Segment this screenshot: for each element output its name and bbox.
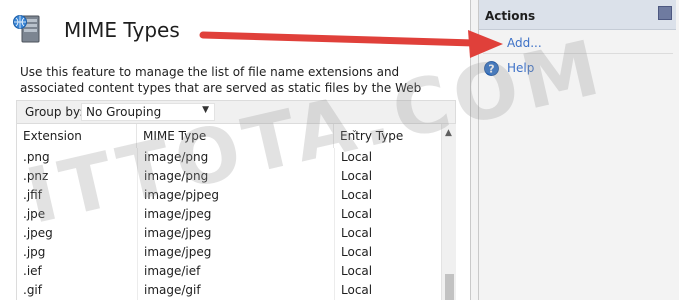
chevron-down-icon: ▼	[202, 105, 209, 115]
group-by-select[interactable]: No Grouping ▼	[81, 103, 215, 121]
cell-entry-type: Local	[334, 205, 441, 224]
cell-entry-type: Local	[334, 281, 441, 300]
table-row[interactable]: .jfif image/pjpeg Local	[17, 186, 441, 205]
cell-extension: .jpg	[23, 245, 46, 259]
column-header-mime-type[interactable]: MIME Type ⌄	[137, 124, 358, 148]
cell-entry-type: Local	[334, 167, 441, 186]
column-header-entry-type[interactable]: Entry Type	[334, 124, 441, 148]
server-icon	[13, 15, 40, 43]
vertical-scrollbar[interactable]: ▲	[441, 124, 456, 300]
add-action-link[interactable]: Add...	[507, 36, 542, 50]
actions-header: Actions	[479, 0, 676, 30]
group-by-label: Group by:	[25, 105, 84, 119]
collapse-icon[interactable]	[658, 6, 672, 20]
svg-text:?: ?	[488, 63, 494, 76]
cell-mime-type: image/png	[137, 167, 334, 186]
table-row[interactable]: .png image/png Local	[17, 148, 441, 167]
cell-mime-type: image/ief	[137, 262, 334, 281]
cell-mime-type: image/pjpeg	[137, 186, 334, 205]
table-header: Extension MIME Type ⌄ Entry Type	[17, 124, 441, 148]
column-header-extension[interactable]: Extension	[17, 124, 137, 148]
scrollbar-thumb[interactable]	[445, 274, 454, 300]
mime-types-table: Extension MIME Type ⌄ Entry Type .png ima…	[16, 124, 456, 300]
actions-title: Actions	[485, 9, 536, 23]
cell-extension: .jpeg	[23, 226, 53, 240]
panel-splitter[interactable]	[471, 0, 479, 300]
table-row[interactable]: .jpe image/jpeg Local	[17, 205, 441, 224]
help-action-link[interactable]: Help	[507, 61, 534, 75]
cell-mime-type: image/jpeg	[137, 205, 334, 224]
cell-entry-type: Local	[334, 224, 441, 243]
table-row[interactable]: .jpg image/jpeg Local	[17, 243, 441, 262]
cell-extension: .gif	[23, 283, 42, 297]
cell-extension: .pnz	[23, 169, 49, 183]
table-row[interactable]: .pnz image/png Local	[17, 167, 441, 186]
cell-extension: .png	[23, 150, 50, 164]
table-row[interactable]: .ief image/ief Local	[17, 262, 441, 281]
table-body: .png image/png Local .pnz image/png Local .jfi…	[17, 148, 441, 300]
main-panel: MIME Types Use this feature to manage th…	[0, 0, 471, 300]
group-by-value: No Grouping	[86, 105, 162, 119]
actions-panel: Actions Add... ? Help	[479, 0, 679, 300]
cell-entry-type: Local	[334, 186, 441, 205]
page-title: MIME Types	[64, 18, 180, 42]
table-row[interactable]: .gif image/gif Local	[17, 281, 441, 300]
cell-mime-type: image/jpeg	[137, 243, 334, 262]
cell-mime-type: image/jpeg	[137, 224, 334, 243]
divider	[483, 53, 673, 54]
column-header-mime-type-label: MIME Type	[143, 129, 207, 143]
cell-mime-type: image/png	[137, 148, 334, 167]
cell-entry-type: Local	[334, 243, 441, 262]
cell-extension: .jfif	[23, 188, 42, 202]
cell-entry-type: Local	[334, 262, 441, 281]
cell-extension: .ief	[23, 264, 42, 278]
group-by-toolbar: Group by: No Grouping ▼	[16, 100, 456, 124]
table-row[interactable]: .jpeg image/jpeg Local	[17, 224, 441, 243]
scroll-up-arrow-icon[interactable]: ▲	[445, 128, 452, 138]
cell-entry-type: Local	[334, 148, 441, 167]
cell-extension: .jpe	[23, 207, 46, 221]
cell-mime-type: image/gif	[137, 281, 334, 300]
help-icon: ?	[484, 61, 499, 76]
